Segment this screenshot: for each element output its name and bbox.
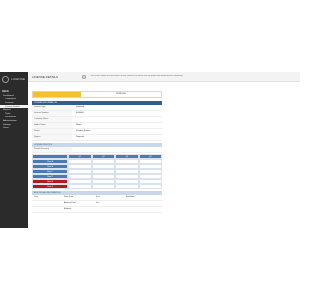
status-row: PENDING bbox=[32, 91, 162, 98]
field-label: Company Name bbox=[32, 117, 72, 122]
page-title: LICENSE DETAILS bbox=[32, 74, 58, 79]
footer-row: Balance bbox=[32, 207, 162, 213]
grid-row-header: Row F bbox=[32, 184, 69, 189]
footer-value[interactable]: Balance bbox=[64, 207, 94, 212]
field-label: Holder Name bbox=[32, 123, 72, 128]
footer-list: Start Start Date End End Date Amount Paid Fee… bbox=[32, 195, 162, 213]
field-list: License Type Standard License Number 000000… bbox=[32, 105, 162, 141]
field-label: Status bbox=[32, 129, 72, 134]
sidebar-item[interactable]: Users bbox=[0, 126, 28, 130]
field-value[interactable]: Regional bbox=[72, 135, 162, 140]
grid-row: Row F bbox=[32, 184, 162, 189]
field-row: Region Regional bbox=[32, 135, 162, 141]
field-value[interactable]: Name bbox=[72, 123, 162, 128]
grid-cell[interactable] bbox=[91, 184, 116, 189]
grid-title: Period Summary bbox=[32, 147, 72, 152]
footer-value[interactable]: Start Date bbox=[64, 195, 94, 200]
status-label[interactable]: PENDING bbox=[81, 92, 161, 97]
grid-title-row: Period Summary bbox=[32, 147, 162, 153]
logo-text: LICENSE bbox=[11, 77, 26, 81]
footer-label bbox=[32, 207, 64, 212]
footer-label: End bbox=[96, 196, 100, 198]
footer-value[interactable]: End Date bbox=[126, 195, 156, 200]
footer-label bbox=[94, 207, 126, 212]
footer-value[interactable] bbox=[126, 207, 156, 212]
logo[interactable]: LICENSE bbox=[0, 72, 28, 86]
main-content: PENDING LICENSE INFORMATION License Type… bbox=[32, 91, 162, 213]
period-grid: Q1 Q2 Q3 Q4 Row A Row B Row C Row D Row E Row F bbox=[32, 154, 162, 189]
field-value[interactable] bbox=[72, 117, 162, 122]
status-badge bbox=[33, 92, 81, 97]
app-window: LICENSE MENU Dashboard Companies Licenses L… bbox=[0, 72, 300, 228]
grid-cell[interactable] bbox=[138, 184, 162, 189]
footer-value[interactable]: Amount Paid bbox=[64, 201, 94, 206]
refresh-icon[interactable] bbox=[82, 74, 86, 79]
footer-label bbox=[32, 201, 64, 206]
field-value[interactable]: Standard bbox=[72, 105, 162, 110]
sidebar-menu: Dashboard Companies Licenses License Detail… bbox=[0, 94, 28, 130]
field-value[interactable]: 0000000 bbox=[72, 111, 162, 116]
footer-value[interactable] bbox=[126, 201, 156, 206]
info-notice: This screen shows the full license recor… bbox=[90, 75, 183, 78]
grid-cell[interactable] bbox=[68, 184, 92, 189]
field-label: License Type bbox=[32, 105, 72, 110]
topbar: LICENSE DETAILS This screen shows the fu… bbox=[28, 72, 300, 82]
field-value[interactable]: Pending Review bbox=[72, 129, 162, 134]
sidebar: LICENSE MENU Dashboard Companies Licenses L… bbox=[0, 72, 28, 228]
grid-cell[interactable] bbox=[115, 184, 139, 189]
footer-label: Start bbox=[34, 196, 39, 198]
footer-label: Fee bbox=[96, 202, 100, 204]
logo-mark-icon bbox=[2, 75, 9, 83]
field-label: License Number bbox=[32, 111, 72, 116]
field-label: Region bbox=[32, 135, 72, 140]
